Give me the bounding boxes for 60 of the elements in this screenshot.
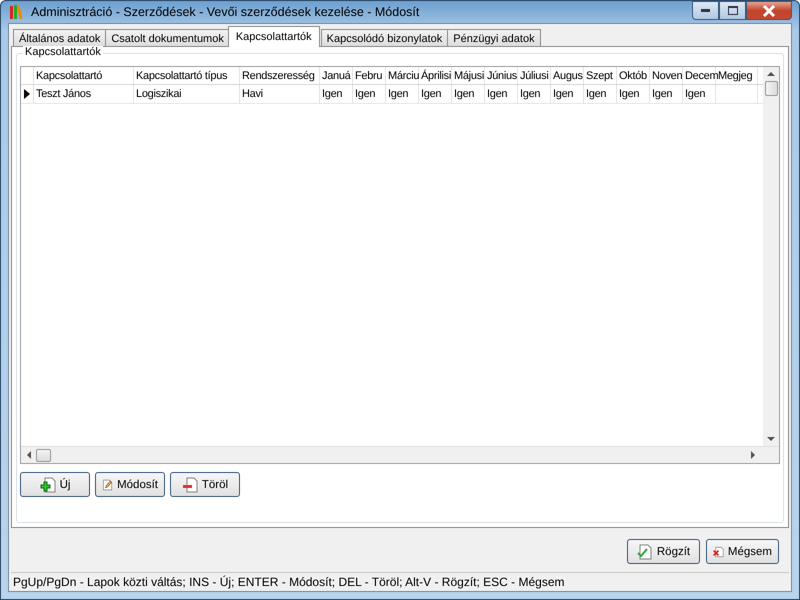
column-header[interactable]: Június: [485, 67, 518, 84]
close-button[interactable]: [746, 1, 792, 20]
books-icon: [9, 4, 25, 20]
column-header[interactable]: Májusi: [452, 67, 485, 84]
column-header[interactable]: Augus: [551, 67, 584, 84]
scroll-right-icon[interactable]: [751, 451, 755, 459]
vertical-scrollbar[interactable]: [763, 67, 779, 446]
table-cell: Igen: [421, 88, 442, 100]
column-header[interactable]: Decem: [683, 67, 716, 84]
scroll-thumb[interactable]: [36, 448, 51, 462]
table-cell: Igen: [487, 88, 508, 100]
tab[interactable]: Csatolt dokumentumok: [105, 29, 230, 47]
tab[interactable]: Általános adatok: [13, 29, 106, 47]
column-header[interactable]: Szept: [584, 67, 617, 84]
column-header[interactable]: Júliusi: [518, 67, 551, 84]
column-header[interactable]: Kapcsolattartó: [34, 67, 134, 84]
action-button[interactable]: Töröl: [170, 472, 240, 497]
table-cell: Igen: [619, 88, 640, 100]
minimize-button[interactable]: [692, 1, 719, 20]
table-cell: Igen: [586, 88, 606, 100]
table-cell: Igen: [685, 88, 706, 100]
scroll-up-icon[interactable]: [767, 72, 775, 76]
close-icon: [762, 4, 776, 16]
scroll-thumb[interactable]: [764, 81, 778, 96]
current-row-icon: [24, 89, 30, 99]
table-cell: Igen: [553, 88, 574, 100]
column-header[interactable]: Áprilisi: [419, 67, 452, 84]
delete-document-icon: [182, 476, 198, 492]
table-cell: Igen: [454, 88, 474, 100]
table-cell: Igen: [520, 88, 540, 100]
maximize-button[interactable]: [719, 1, 746, 20]
scroll-left-icon[interactable]: [27, 451, 31, 459]
action-button[interactable]: Új: [20, 472, 90, 497]
table-cell: Teszt János: [36, 88, 91, 100]
column-header[interactable]: Kapcsolattartó típus: [134, 67, 240, 84]
group-title: Kapcsolattartók: [23, 46, 103, 58]
table-cell: Igen: [388, 88, 408, 100]
column-header[interactable]: Febru: [353, 67, 386, 84]
add-document-icon: [40, 476, 56, 492]
column-header[interactable]: Rendszeresség: [240, 67, 320, 84]
tab[interactable]: Kapcsolódó bizonylatok: [320, 29, 448, 47]
table-cell: Igen: [355, 88, 376, 100]
tab[interactable]: Kapcsolattartók: [228, 26, 320, 47]
status-text: PgUp/PgDn - Lapok közti váltás; INS - Új; ENTER - Módosít; DEL - Töröl; Alt-V - Rögzít; ESC - Mégsem: [13, 575, 565, 589]
column-header[interactable]: Januá: [320, 67, 353, 84]
dialog-button[interactable]: Mégsem: [706, 539, 779, 564]
table-cell: Igen: [652, 88, 672, 100]
tab[interactable]: Pénzügyi adatok: [447, 29, 541, 47]
table-cell: Igen: [322, 88, 342, 100]
column-header[interactable]: Októb: [617, 67, 650, 84]
dialog-button[interactable]: Rögzít: [627, 539, 700, 564]
scroll-down-icon[interactable]: [767, 437, 775, 441]
column-header[interactable]: Noven: [650, 67, 683, 84]
table-cell: Logiszikai: [136, 88, 182, 100]
column-header[interactable]: Márciu: [386, 67, 419, 84]
check-document-icon: [636, 544, 653, 560]
action-button[interactable]: Módosít: [95, 472, 165, 497]
horizontal-scrollbar[interactable]: [21, 446, 779, 463]
table-cell: Havi: [242, 88, 263, 100]
window-title: Adminisztráció - Szerződések - Vevői szerződések kezelése - Módosít: [31, 5, 420, 19]
